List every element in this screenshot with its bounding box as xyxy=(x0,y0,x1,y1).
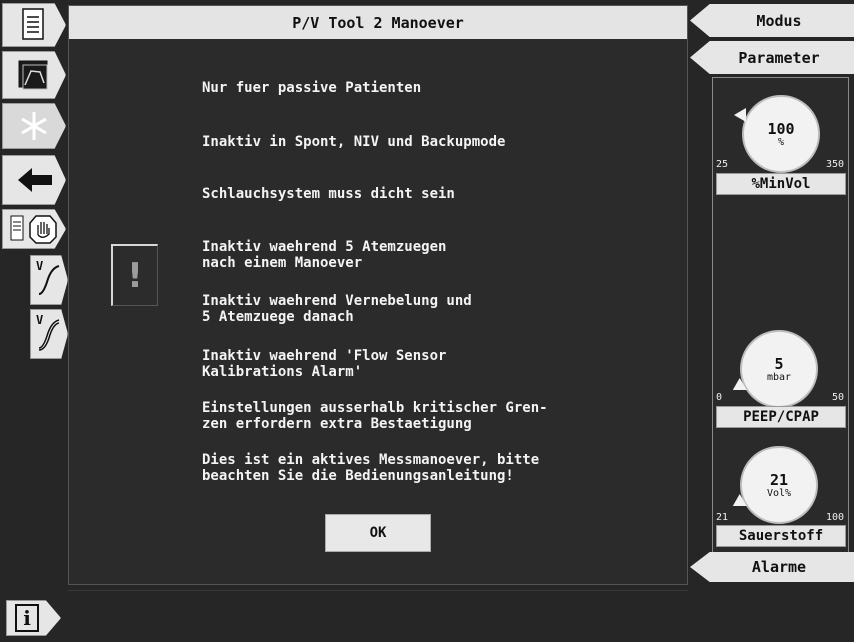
loop-v-label: V xyxy=(36,313,44,327)
info-label: i xyxy=(23,606,31,630)
modus-tab[interactable]: Modus xyxy=(690,4,854,37)
left-toolbar: V V xyxy=(0,0,68,642)
peep-min: 0 xyxy=(716,392,723,403)
trend-tab[interactable] xyxy=(2,51,66,99)
peep-unit: mbar xyxy=(766,371,792,383)
loop-tab[interactable]: V xyxy=(30,309,68,359)
minvol-unit: % xyxy=(777,136,785,148)
freeze-icon xyxy=(21,112,47,140)
peep-value: 5 xyxy=(774,354,784,373)
info-icon: i xyxy=(15,604,39,632)
message-inactive-modes: Inaktiv in Spont, NIV und Backupmode xyxy=(202,134,506,150)
divider xyxy=(68,590,688,591)
minvol-value: 100 xyxy=(767,119,795,138)
waveform-tab[interactable]: V xyxy=(30,255,68,305)
waveform-v-label: V xyxy=(36,259,44,273)
minvol-knob[interactable]: 100 % xyxy=(742,95,820,173)
peep-knob[interactable]: 5 mbar xyxy=(740,330,818,408)
trend-icon xyxy=(18,60,48,90)
message-passive-patients: Nur fuer passive Patienten xyxy=(202,80,422,96)
message-critical-limits: Einstellungen ausserhalb kritischer Gren… xyxy=(202,400,548,432)
back-arrow-icon xyxy=(18,168,52,192)
hold-hand-icon xyxy=(29,215,57,244)
warning-icon: ! xyxy=(111,244,158,306)
minvol-label[interactable]: %MinVol xyxy=(716,173,846,195)
peep-max: 50 xyxy=(832,392,845,403)
oxygen-value: 21 xyxy=(769,470,789,489)
message-inactive-after-maneuver: Inaktiv waehrend 5 Atemzuegen nach einem… xyxy=(202,239,447,271)
ok-button[interactable]: OK xyxy=(325,514,431,552)
back-tab[interactable] xyxy=(2,155,66,205)
message-inactive-nebulization: Inaktiv waehrend Vernebelung und 5 Atemz… xyxy=(202,293,472,325)
peep-label[interactable]: PEEP/CPAP xyxy=(716,406,846,428)
minvol-min: 25 xyxy=(716,159,729,170)
dialog-title: P/V Tool 2 Manoever xyxy=(69,6,687,39)
freeze-tab[interactable] xyxy=(2,103,66,149)
parameter-tab[interactable]: Parameter xyxy=(690,41,854,74)
minvol-max: 350 xyxy=(826,159,845,170)
oxygen-label[interactable]: Sauerstoff xyxy=(716,525,846,547)
document-tab[interactable] xyxy=(2,3,66,47)
hold-tab[interactable] xyxy=(2,209,66,249)
document-icon xyxy=(22,8,44,40)
alarme-tab[interactable]: Alarme xyxy=(690,552,854,582)
maneuver-dialog: P/V Tool 2 Manoever Nur fuer passive Pat… xyxy=(68,5,688,585)
warning-symbol: ! xyxy=(127,255,143,296)
message-inactive-flow-sensor: Inaktiv waehrend 'Flow Sensor Kalibratio… xyxy=(202,348,447,380)
oxygen-unit: Vol% xyxy=(766,487,792,499)
message-active-maneuver: Dies ist ein aktives Messmanoever, bitte… xyxy=(202,452,540,484)
oxygen-knob[interactable]: 21 Vol% xyxy=(740,446,818,524)
message-tubing-sealed: Schlauchsystem muss dicht sein xyxy=(202,186,455,202)
document-small-icon xyxy=(10,215,24,241)
oxygen-max: 100 xyxy=(826,512,845,523)
minvol-pointer xyxy=(734,108,746,122)
oxygen-min: 21 xyxy=(716,512,729,523)
